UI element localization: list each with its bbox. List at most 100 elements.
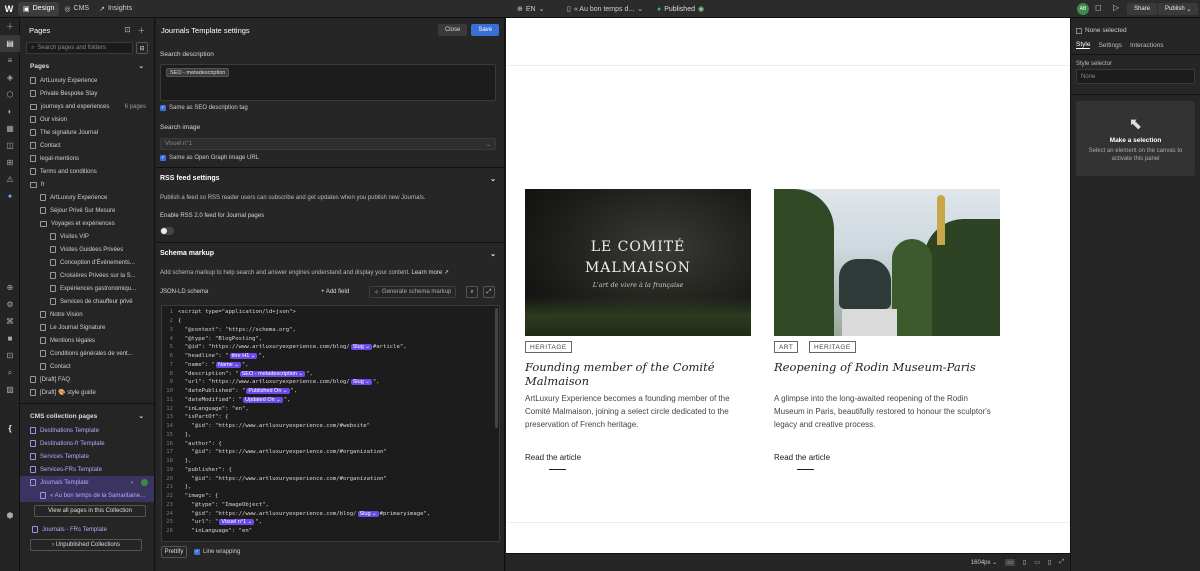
- rss-section-header[interactable]: RSS feed settings ⌄: [160, 175, 496, 183]
- code-scrollbar[interactable]: [495, 308, 498, 428]
- cms-template-item[interactable]: Services Template: [20, 450, 154, 463]
- page-item[interactable]: Contact: [20, 360, 154, 373]
- jsonld-code-editor[interactable]: 1 <script type="application/ld+json"> 2{ …: [161, 305, 500, 542]
- tab-settings[interactable]: Settings: [1098, 42, 1122, 49]
- style-selector-input[interactable]: None: [1076, 69, 1195, 84]
- schema-section-header[interactable]: Schema markup ⌄: [160, 250, 496, 258]
- chevron-right-icon[interactable]: ›: [131, 480, 133, 486]
- page-item[interactable]: journeys and experiences 6 pages: [20, 100, 154, 113]
- visuel-field-tag[interactable]: Visuel n°1 ⌄: [219, 519, 255, 526]
- search-image-select[interactable]: Visuel n°1 ⌄: [160, 138, 496, 150]
- page-item[interactable]: Private Bespoke Stay: [20, 87, 154, 100]
- same-as-seo-checkbox[interactable]: ✓ Same as SEO description tag: [160, 105, 248, 111]
- page-search[interactable]: ⌕ Search pages and folders: [26, 42, 133, 54]
- page-item[interactable]: ArtLuxury Experience: [20, 74, 154, 87]
- new-folder-icon[interactable]: ⊡: [124, 25, 130, 36]
- read-article-link[interactable]: Read the article: [525, 453, 581, 462]
- page-item[interactable]: The signature Journal: [20, 126, 154, 139]
- tablet-breakpoint-icon[interactable]: ▯: [1023, 559, 1026, 566]
- page-item[interactable]: Notre Vision: [20, 308, 154, 321]
- apps-icon[interactable]: ⊞: [0, 154, 20, 171]
- titre-h1-field-tag[interactable]: titre H1 ⌄: [229, 353, 258, 360]
- canvas-width-readout[interactable]: 1604px ⌄: [971, 559, 997, 566]
- page-item[interactable]: Mentions légales: [20, 334, 154, 347]
- code-icon[interactable]: ⌘: [0, 313, 20, 330]
- stop-icon[interactable]: ■: [0, 330, 20, 347]
- page-item[interactable]: Terms and conditions: [20, 165, 154, 178]
- cms-section-header[interactable]: CMS collection pages ⌄: [20, 408, 154, 424]
- cms-template-item[interactable]: Services-FRs Template: [20, 463, 154, 476]
- tab-style[interactable]: Style: [1076, 41, 1091, 49]
- settings-icon[interactable]: ⚙: [0, 296, 20, 313]
- add-icon[interactable]: [141, 479, 148, 486]
- expand-icon[interactable]: ⤢: [483, 286, 495, 298]
- page-selector[interactable]: ▯ « Au bon temps d... ⌄: [562, 2, 648, 16]
- search-icon[interactable]: ⌕: [466, 286, 478, 298]
- audit-icon[interactable]: ⚠: [0, 171, 20, 188]
- brace-icon[interactable]: {: [0, 420, 20, 437]
- page-item[interactable]: Expériences gastronomiqu...: [20, 282, 154, 295]
- same-as-og-checkbox[interactable]: ✓ Same as Open Graph image URL: [160, 155, 259, 161]
- tab-interactions[interactable]: Interactions: [1130, 42, 1164, 49]
- slug-field-tag[interactable]: Slug ⌄: [350, 344, 372, 351]
- page-item[interactable]: Services de chauffeur privé: [20, 295, 154, 308]
- search-description-field[interactable]: SEO - metadescription: [160, 64, 496, 101]
- page-item[interactable]: Visites VIP: [20, 230, 154, 243]
- locale-selector[interactable]: ⊕ EN ⌄: [512, 2, 549, 16]
- avatar[interactable]: AB: [1077, 3, 1089, 15]
- add-page-icon[interactable]: ＋: [138, 25, 146, 36]
- share-button[interactable]: Share: [1127, 3, 1158, 15]
- expand-icon[interactable]: ⤢: [1059, 559, 1064, 566]
- webflow-logo[interactable]: W: [0, 0, 18, 18]
- cms-template-item[interactable]: Destinations-fr Template: [20, 437, 154, 450]
- rss-toggle[interactable]: [160, 227, 174, 235]
- page-item[interactable]: Le Journal Signature: [20, 321, 154, 334]
- save-button[interactable]: Save: [471, 24, 499, 36]
- pages-icon[interactable]: ▤: [0, 35, 20, 52]
- seo-metadescription-tag[interactable]: SEO - metadescription: [166, 68, 230, 77]
- unpublished-collections-button[interactable]: › Unpublished Collections: [30, 539, 142, 551]
- page-item[interactable]: Conditions générales de vent...: [20, 347, 154, 360]
- page-item[interactable]: Voyages et expériences: [20, 217, 154, 230]
- pages-section-header[interactable]: Pages ⌄: [20, 58, 154, 74]
- mobile-portrait-icon[interactable]: ▯: [1048, 559, 1051, 566]
- seo-metadescription-field-tag[interactable]: SEO - metadescription ⌄: [239, 370, 306, 377]
- filter-icon[interactable]: ⊟: [136, 42, 148, 54]
- assets-icon[interactable]: ▦: [0, 120, 20, 137]
- page-item[interactable]: Conception d'Événements...: [20, 256, 154, 269]
- navigator-icon[interactable]: ≡: [0, 52, 20, 69]
- page-item[interactable]: legal-mentions: [20, 152, 154, 165]
- read-article-link[interactable]: Read the article: [774, 453, 830, 462]
- page-item[interactable]: Séjour Privé Sur Mesure: [20, 204, 154, 217]
- cms-template-item[interactable]: Destinations Template: [20, 424, 154, 437]
- search-icon[interactable]: ⌕: [0, 364, 20, 381]
- cms-template-item[interactable]: « Au bon temps de la Samaritaine...: [20, 489, 154, 502]
- image-icon[interactable]: ▨: [0, 381, 20, 398]
- mobile-landscape-icon[interactable]: ▭: [1034, 559, 1040, 566]
- page-item[interactable]: Visites Guidées Privées: [20, 243, 154, 256]
- publish-button[interactable]: Publish ⌄: [1158, 3, 1199, 15]
- generate-schema-button[interactable]: ✧ Generate schema markup: [369, 286, 457, 298]
- frs-template-item[interactable]: Journals - FRs Template: [20, 523, 154, 536]
- name-field-tag[interactable]: Name ⌄: [216, 361, 241, 368]
- tab-cms[interactable]: ◎ CMS: [59, 2, 94, 16]
- components-icon[interactable]: ◈: [0, 69, 20, 86]
- styles-icon[interactable]: ◐: [0, 103, 20, 120]
- design-canvas[interactable]: LE COMITÉ MALMAISON L'art de vivre à la …: [506, 18, 1070, 553]
- page-item[interactable]: Croisières Privées sur la S...: [20, 269, 154, 282]
- learn-more-link[interactable]: Learn more ↗: [412, 270, 449, 276]
- page-item[interactable]: Contact: [20, 139, 154, 152]
- cms-icon[interactable]: ◫: [0, 137, 20, 154]
- tab-design[interactable]: ▣ Design: [18, 1, 60, 16]
- desktop-breakpoint-icon[interactable]: ▭: [1005, 559, 1015, 566]
- page-item[interactable]: ArtLuxury Experience: [20, 191, 154, 204]
- page-item[interactable]: fr: [20, 178, 154, 191]
- page-item[interactable]: [Draft] FAQ: [20, 373, 154, 386]
- published-on-field-tag[interactable]: Published On ⌄: [246, 388, 290, 395]
- prettify-button[interactable]: Prettify: [161, 546, 187, 558]
- localization-icon[interactable]: ⊕: [0, 279, 20, 296]
- variables-icon[interactable]: ⬡: [0, 86, 20, 103]
- cube-icon[interactable]: ⬢: [0, 507, 20, 524]
- integrations-icon[interactable]: ✦: [0, 188, 20, 205]
- slug-field-tag[interactable]: Slug ⌄: [350, 379, 372, 386]
